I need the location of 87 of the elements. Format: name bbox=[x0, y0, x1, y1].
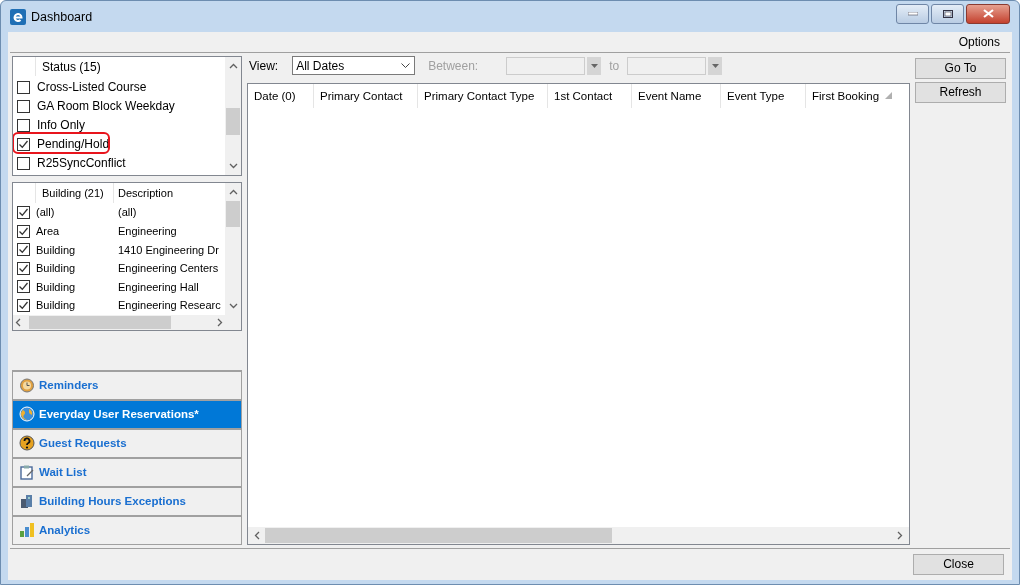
list-cell[interactable]: Building bbox=[36, 299, 114, 312]
list-item-label[interactable]: GA Room Block Weekday bbox=[37, 99, 175, 114]
list-cell[interactable]: Engineering Researc bbox=[114, 299, 221, 312]
list-cell[interactable]: (all) bbox=[36, 206, 114, 219]
list-cell[interactable]: (all) bbox=[114, 206, 137, 219]
column-header[interactable]: Building (21) bbox=[36, 182, 114, 203]
between-label: Between: bbox=[428, 58, 479, 73]
checkbox[interactable] bbox=[17, 99, 30, 113]
checkbox[interactable] bbox=[17, 280, 30, 294]
list-cell[interactable]: Building bbox=[36, 243, 114, 256]
scroll-up-icon[interactable] bbox=[228, 188, 238, 195]
building-icon bbox=[19, 493, 35, 510]
list-item-label[interactable]: Info Only bbox=[37, 118, 86, 133]
caret-icon bbox=[711, 63, 719, 68]
window-title: Dashboard bbox=[31, 9, 93, 24]
caret-icon bbox=[401, 63, 411, 69]
list-item-label[interactable]: Cross-Listed Course bbox=[37, 80, 147, 95]
list-cell[interactable]: Area bbox=[36, 225, 114, 237]
list-cell[interactable]: Engineering Hall bbox=[114, 280, 199, 293]
checkbox[interactable] bbox=[17, 243, 30, 257]
list-cell[interactable]: Engineering Centers bbox=[114, 262, 219, 275]
dropdown-button[interactable] bbox=[587, 56, 602, 75]
nav-item[interactable]: Building Hours Exceptions bbox=[12, 485, 242, 516]
scrollbar-thumb[interactable] bbox=[226, 200, 240, 227]
list-cell[interactable]: Building bbox=[36, 280, 114, 293]
nav-item[interactable]: Wait List bbox=[12, 456, 242, 487]
scrollbar-thumb[interactable] bbox=[226, 107, 240, 135]
nav-item[interactable]: Reminders bbox=[12, 369, 242, 400]
scroll-left-icon[interactable] bbox=[15, 317, 21, 327]
view-dropdown[interactable]: All Dates bbox=[292, 56, 416, 76]
checkbox[interactable] bbox=[17, 80, 30, 94]
scroll-right-icon[interactable] bbox=[897, 530, 903, 540]
vertical-scrollbar[interactable] bbox=[225, 56, 241, 175]
column-header[interactable]: 1st Contact bbox=[548, 83, 632, 108]
action-button[interactable]: Go To bbox=[915, 57, 1006, 79]
column-header[interactable]: Event Name bbox=[632, 83, 721, 108]
list-cell[interactable]: Engineering bbox=[114, 225, 177, 237]
scroll-up-icon[interactable] bbox=[228, 62, 238, 69]
list-item-label[interactable]: R25SyncConflict bbox=[37, 156, 126, 171]
scroll-left-icon[interactable] bbox=[254, 530, 260, 540]
column-header[interactable]: Primary Contact bbox=[314, 83, 418, 108]
column-header[interactable]: Event Type bbox=[721, 83, 806, 108]
scroll-right-icon[interactable] bbox=[217, 317, 223, 327]
scrollbar-thumb[interactable] bbox=[29, 315, 171, 329]
caret-icon bbox=[590, 63, 598, 68]
menu-item[interactable]: Options bbox=[958, 34, 1000, 49]
clock-icon bbox=[19, 377, 35, 394]
column-header[interactable]: Status (15) bbox=[36, 59, 101, 74]
checkbox[interactable] bbox=[17, 224, 30, 238]
column-header[interactable]: Description bbox=[114, 186, 174, 199]
checkbox[interactable] bbox=[17, 261, 30, 275]
list-item-label[interactable]: Pending/Hold bbox=[37, 137, 110, 152]
close-button[interactable]: Close bbox=[913, 553, 1004, 575]
globe-icon bbox=[19, 406, 35, 423]
action-button[interactable]: Refresh bbox=[915, 81, 1006, 103]
horizontal-scrollbar[interactable] bbox=[13, 314, 225, 330]
vertical-scrollbar[interactable] bbox=[225, 182, 241, 315]
nav-item[interactable]: Guest Requests bbox=[12, 427, 242, 458]
scroll-down-icon[interactable] bbox=[228, 162, 238, 169]
view-label: View: bbox=[249, 58, 279, 73]
list-cell[interactable]: 1410 Engineering Dr bbox=[114, 243, 219, 256]
maximize-icon bbox=[942, 9, 953, 18]
checkbox[interactable] bbox=[17, 205, 30, 219]
date-field[interactable] bbox=[506, 56, 586, 75]
help-icon bbox=[19, 435, 35, 452]
dropdown-button[interactable] bbox=[708, 56, 723, 75]
date-field[interactable] bbox=[627, 56, 707, 75]
maximize-button[interactable] bbox=[931, 3, 964, 24]
checkbox[interactable] bbox=[17, 156, 30, 170]
scroll-down-icon[interactable] bbox=[228, 302, 238, 309]
checkbox[interactable] bbox=[17, 137, 30, 151]
minimize-icon bbox=[907, 11, 918, 16]
bar-chart-icon bbox=[19, 522, 35, 539]
column-header[interactable]: Primary Contact Type bbox=[418, 83, 548, 108]
nav-item[interactable]: Analytics bbox=[12, 514, 242, 545]
nav-item[interactable]: Everyday User Reservations* bbox=[12, 398, 242, 429]
close-icon[interactable] bbox=[966, 3, 1010, 24]
column-header[interactable]: First Booking bbox=[806, 83, 884, 108]
horizontal-scrollbar[interactable] bbox=[248, 526, 909, 544]
scrollbar-thumb[interactable] bbox=[265, 527, 612, 543]
column-header[interactable]: Date (0) bbox=[248, 83, 314, 108]
checkbox[interactable] bbox=[17, 298, 30, 312]
clipboard-icon bbox=[19, 464, 35, 481]
checkbox[interactable] bbox=[17, 118, 30, 132]
list-cell[interactable]: Building bbox=[36, 262, 114, 275]
to-label: to bbox=[609, 58, 620, 73]
app-logo-icon bbox=[10, 8, 26, 25]
